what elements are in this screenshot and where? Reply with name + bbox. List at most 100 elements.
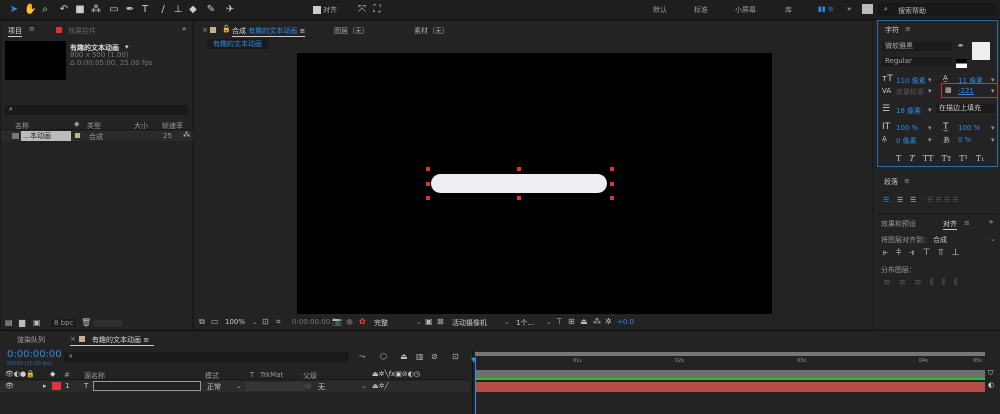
tab-effects-presets[interactable]: 效果和预设 — [881, 219, 916, 229]
camera-tool-icon[interactable]: ■ — [74, 4, 86, 16]
panel-menu-icon[interactable]: ≡ — [29, 25, 35, 33]
transform-handle[interactable] — [426, 182, 430, 186]
vertical-scale-value[interactable]: 100 % — [896, 124, 918, 132]
snap-expand-icon[interactable]: ⛶ — [371, 4, 383, 16]
layer-duration-bar[interactable] — [475, 382, 985, 392]
list-item[interactable]: …本动画 合成 25 ⁂ — [1, 131, 193, 141]
pen-tool-icon[interactable]: ✒ — [124, 4, 136, 16]
show-snapshot-icon[interactable]: ● — [346, 317, 353, 326]
mask-visibility-icon[interactable]: ⌗ — [276, 317, 281, 327]
distribute-bottom-icon[interactable]: ≡ — [914, 278, 922, 288]
comp-breadcrumb[interactable]: 有趣的文本动画 — [207, 39, 268, 49]
tracking-value[interactable]: -221 — [958, 87, 974, 95]
column-trkmat[interactable]: TrkMat — [260, 371, 283, 379]
text-tool-icon[interactable]: T — [139, 4, 151, 16]
column-source-name[interactable]: 源名称 — [84, 371, 105, 381]
eyedropper-icon[interactable]: ✒ — [958, 42, 964, 50]
magnifier-toggle-icon[interactable]: ⧉ — [199, 317, 205, 327]
justify-icons[interactable]: ☰ ☰ ☰ ☰ — [927, 196, 959, 204]
rotate-tool-icon[interactable]: ↶ — [58, 4, 70, 16]
puppet-tool-icon[interactable]: ✈ — [224, 4, 236, 16]
font-style-select[interactable]: Regular — [882, 57, 952, 66]
hand-tool-icon[interactable]: ✋ — [24, 4, 36, 16]
timeline-search-input[interactable]: ⌕ — [64, 352, 349, 362]
draft-3d-icon[interactable]: ⬡ — [380, 352, 387, 361]
snap-option-icon[interactable]: ⤧ — [356, 4, 368, 16]
kerning-value[interactable]: 度量标准 — [896, 87, 924, 97]
blend-mode-select[interactable]: 正常 — [207, 382, 221, 392]
tab-effects-controls[interactable]: 效果控件 — [68, 26, 96, 36]
small-caps-button[interactable]: Tт — [942, 154, 952, 163]
brush-tool-icon[interactable]: / — [157, 4, 169, 16]
sync-icon[interactable] — [862, 4, 873, 14]
project-search-input[interactable]: ⌕ — [5, 105, 188, 115]
stroke-width-value[interactable]: 18 像素 — [896, 106, 921, 116]
panel-menu-icon[interactable]: ≡ — [905, 25, 911, 33]
interpret-footage-icon[interactable]: ▤ — [5, 318, 13, 327]
new-folder-icon[interactable]: ▆ — [19, 318, 25, 327]
panel-menu-icon[interactable]: ≡ — [904, 177, 910, 185]
column-parent[interactable]: 父级 — [303, 371, 317, 381]
font-family-select[interactable]: 微软雅黑 — [882, 42, 952, 51]
trkmat-select[interactable] — [245, 382, 305, 391]
time-navigator[interactable] — [475, 370, 985, 378]
work-area-bar[interactable] — [475, 352, 985, 356]
table-row[interactable]: 👁 ▸ 1 T 正常 ⌄ ◎ 无 ⌄ ⏏✲╱ — [0, 381, 470, 392]
current-time[interactable]: 0:00:00:00 — [292, 318, 330, 326]
exposure-reset-icon[interactable]: ✲ — [605, 317, 612, 326]
panel-menu-icon[interactable]: ≡ — [964, 219, 970, 227]
align-bottom-icon[interactable]: ⊥ — [952, 248, 960, 258]
flowchart-icon[interactable]: ⁂ — [593, 317, 601, 326]
fast-preview-icon[interactable]: ⊞ — [568, 317, 575, 326]
shy-layers-icon[interactable]: ⏏ — [400, 352, 408, 361]
tab-render-queue[interactable]: 渲染队列 — [17, 335, 45, 345]
region-of-interest-icon[interactable]: ▣ — [425, 317, 433, 326]
distribute-top-icon[interactable]: ≡ — [883, 278, 891, 288]
playhead-icon[interactable]: ▼ — [471, 356, 476, 364]
column-mode[interactable]: 模式 — [205, 371, 219, 381]
stamp-tool-icon[interactable]: ⊥ — [172, 4, 184, 16]
fill-color-swatch[interactable] — [972, 42, 990, 60]
rectangle-tool-icon[interactable]: ▭ — [108, 4, 120, 16]
composition-canvas[interactable] — [297, 53, 772, 314]
item-name[interactable]: …本动画 — [21, 131, 71, 141]
timeline-icon[interactable]: ⏏ — [580, 317, 588, 326]
eye-icon[interactable]: 👁 — [5, 382, 14, 390]
transform-handle[interactable] — [517, 167, 521, 171]
pan-behind-tool-icon[interactable]: ⁂ — [90, 4, 102, 16]
exposure-value[interactable]: +0.0 — [617, 318, 634, 326]
align-top-icon[interactable]: ⊤ — [923, 248, 931, 258]
distribute-hcenter-icon[interactable]: ⦀ — [942, 278, 946, 288]
distribute-right-icon[interactable]: ⦀ — [954, 278, 958, 288]
baseline-shift-value[interactable]: 0 像素 — [896, 136, 917, 146]
tab-composition[interactable]: 合成 有趣的文本动画 ≡ — [232, 26, 306, 37]
graph-editor-icon[interactable]: ⊡ — [452, 352, 459, 361]
tab-layer[interactable]: 图层（无） — [334, 26, 369, 36]
current-time-indicator[interactable] — [475, 359, 476, 414]
text-layer-shape[interactable] — [431, 174, 607, 193]
layer-name-input[interactable] — [93, 381, 201, 391]
eraser-tool-icon[interactable]: ◆ — [187, 4, 199, 16]
subscript-button[interactable]: T₁ — [976, 154, 985, 163]
superscript-button[interactable]: T¹ — [959, 154, 968, 163]
transform-handle[interactable] — [610, 167, 614, 171]
monitor-icon[interactable]: ▭ — [211, 317, 219, 326]
align-left-icon[interactable]: ⫦ — [883, 248, 888, 258]
comp-marker-icon[interactable]: ⛉ — [988, 369, 993, 378]
panel-overflow-icon[interactable]: » — [989, 218, 993, 226]
transform-handle[interactable] — [426, 167, 430, 171]
transform-handle[interactable] — [610, 182, 614, 186]
snap-checkbox[interactable] — [313, 6, 321, 14]
thumbnail-slider[interactable] — [93, 320, 123, 327]
zoom-tool-icon[interactable]: ⌕ — [39, 4, 51, 16]
transform-handle[interactable] — [517, 196, 521, 200]
workspace-default[interactable]: 默认 — [653, 5, 667, 15]
distribute-vcenter-icon[interactable]: ≡ — [899, 278, 907, 288]
horizontal-scale-value[interactable]: 100 % — [958, 124, 980, 132]
timeline-timecode[interactable]: 0:00:00:00 — [7, 349, 62, 360]
faux-bold-button[interactable]: T — [896, 154, 901, 163]
selection-tool-icon[interactable]: ➤ — [8, 4, 20, 16]
help-search-input[interactable]: ⌕ 搜索帮助 — [878, 3, 996, 16]
more-workspaces-icon[interactable]: » — [847, 5, 851, 13]
distribute-left-icon[interactable]: ⦀ — [930, 278, 934, 288]
